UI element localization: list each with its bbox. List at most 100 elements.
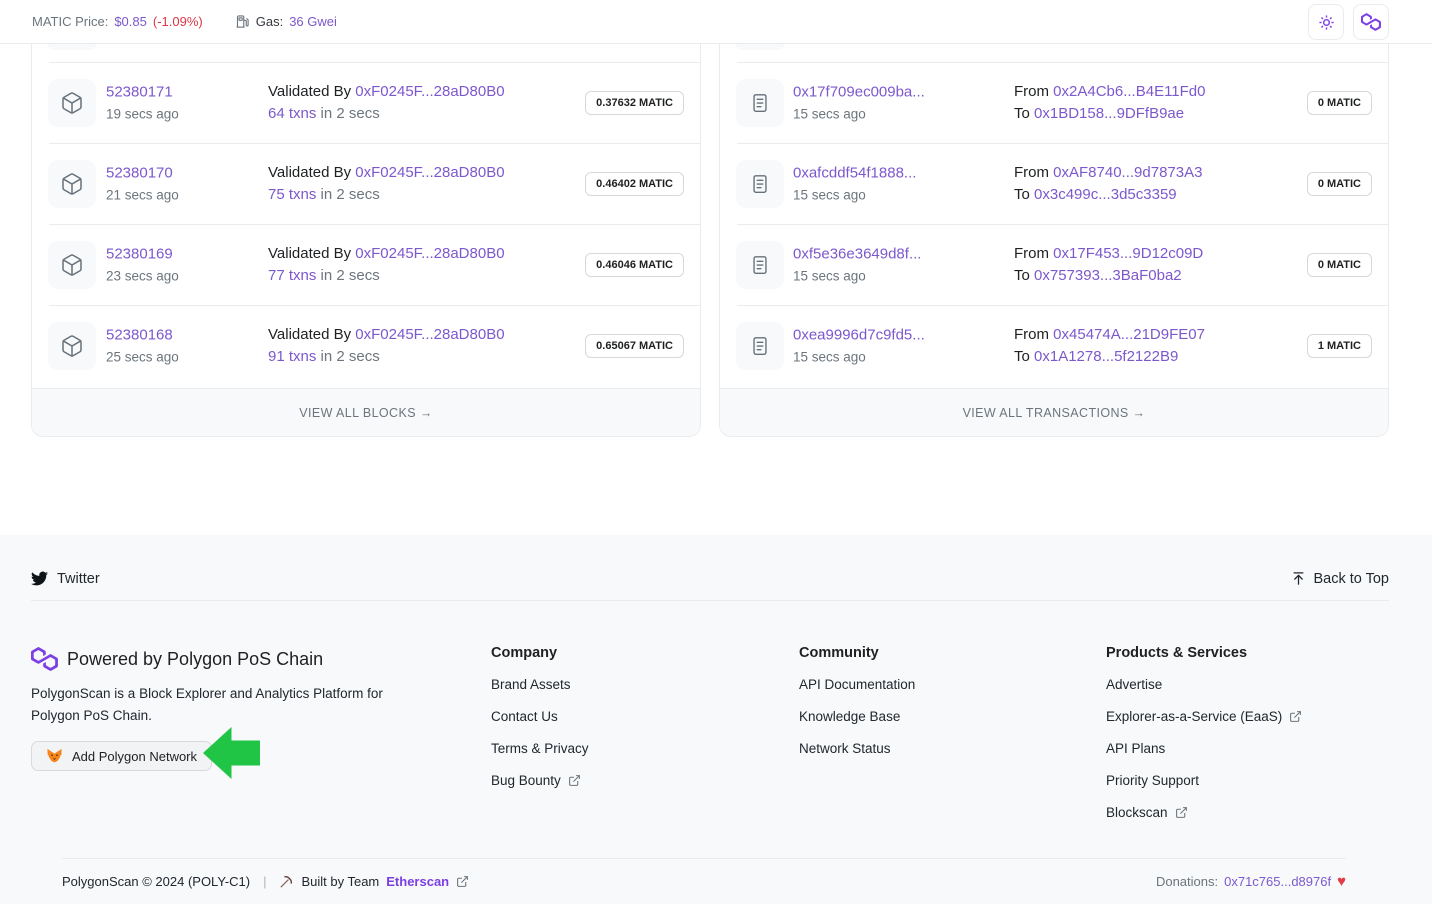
gas-pump-icon [235, 14, 250, 29]
tx-from-link[interactable]: 0x17F453...9D12c09D [1053, 245, 1203, 262]
footer-link-terms-privacy[interactable]: Terms & Privacy [491, 741, 799, 756]
block-cube-icon [48, 241, 96, 289]
sun-icon [1318, 14, 1335, 31]
footer-link-brand-assets[interactable]: Brand Assets [491, 677, 799, 692]
matic-price-label: MATIC Price: [32, 14, 108, 29]
footer-link-label: API Plans [1106, 741, 1165, 756]
block-cube-icon [48, 322, 96, 370]
back-to-top-label: Back to Top [1313, 571, 1389, 587]
validated-by-label: Validated By [268, 164, 351, 181]
tx-hash-link[interactable]: 0x17f709ec009ba... [793, 82, 925, 104]
footer-link-network-status[interactable]: Network Status [799, 741, 1106, 756]
gas-value[interactable]: 36 Gwei [289, 14, 337, 29]
twitter-link[interactable]: Twitter [31, 570, 100, 587]
tx-hash-link[interactable]: 0xf5e36e3649d8f... [793, 244, 921, 266]
block-row: 52380171 19 secs ago Validated By 0xF024… [32, 63, 700, 143]
validated-by-label: Validated By [268, 83, 351, 100]
block-row: 52380170 21 secs ago Validated By 0xF024… [32, 144, 700, 224]
arrow-up-to-line-icon [1291, 571, 1306, 586]
transaction-row: 0xafcddf54f1888... 15 secs ago From 0xAF… [720, 144, 1388, 224]
built-by-text: Built by Team [301, 874, 379, 889]
pickaxe-icon [279, 874, 294, 889]
network-menu-button[interactable] [1353, 4, 1389, 40]
page-footer: Twitter Back to Top Powered by Polygo [0, 535, 1432, 904]
block-txn-time: in 2 secs [321, 105, 380, 122]
powered-by-title: Powered by Polygon PoS Chain [67, 649, 323, 670]
transaction-row: 0x17f709ec009ba... 15 secs ago From 0x2A… [720, 63, 1388, 143]
matic-price-change: (-1.09%) [153, 14, 203, 29]
block-txns-link[interactable]: 91 txns [268, 348, 316, 365]
to-label: To [1014, 186, 1030, 203]
tx-to-link[interactable]: 0x757393...3BaF0ba2 [1034, 267, 1182, 284]
footer-link-api-documentation[interactable]: API Documentation [799, 677, 1106, 692]
annotation-green-arrow [203, 727, 260, 779]
theme-toggle-button[interactable] [1308, 4, 1344, 40]
footer-link-bug-bounty[interactable]: Bug Bounty [491, 773, 799, 788]
validator-link[interactable]: 0xF0245F...28aD80B0 [355, 326, 504, 343]
block-txns-link[interactable]: 75 txns [268, 186, 316, 203]
transaction-row: 0xea9996d7c9fd5... 15 secs ago From 0x45… [720, 306, 1388, 386]
footer-link-blockscan[interactable]: Blockscan [1106, 805, 1389, 820]
community-column-title: Community [799, 645, 1106, 661]
tx-hash-link[interactable]: 0xafcddf54f1888... [793, 163, 916, 185]
block-cube-icon [48, 160, 96, 208]
from-label: From [1014, 245, 1049, 262]
etherscan-link[interactable]: Etherscan [386, 874, 449, 889]
twitter-icon [31, 570, 48, 587]
validated-by-label: Validated By [268, 326, 351, 343]
heart-icon: ♥ [1337, 873, 1346, 890]
block-row: 52380169 23 secs ago Validated By 0xF024… [32, 225, 700, 305]
tx-to-link[interactable]: 0x1A1278...5f2122B9 [1034, 348, 1178, 365]
validator-link[interactable]: 0xF0245F...28aD80B0 [355, 245, 504, 262]
view-all-blocks-button[interactable]: VIEW ALL BLOCKS → [32, 388, 700, 436]
block-txns-link[interactable]: 64 txns [268, 105, 316, 122]
block-number-link[interactable]: 52380168 [106, 325, 179, 347]
block-number-link[interactable]: 52380169 [106, 244, 179, 266]
latest-blocks-card: 52380171 19 secs ago Validated By 0xF024… [31, 44, 701, 437]
tx-value-badge: 1 MATIC [1307, 334, 1372, 358]
add-polygon-network-button[interactable]: Add Polygon Network [31, 741, 212, 771]
footer-link-knowledge-base[interactable]: Knowledge Base [799, 709, 1106, 724]
validated-by-label: Validated By [268, 245, 351, 262]
tx-age: 15 secs ago [793, 266, 921, 287]
back-to-top-button[interactable]: Back to Top [1291, 571, 1389, 587]
add-polygon-network-label: Add Polygon Network [72, 749, 197, 764]
tx-to-link[interactable]: 0x3c499c...3d5c3359 [1034, 186, 1177, 203]
validator-link[interactable]: 0xF0245F...28aD80B0 [355, 164, 504, 181]
footer-link-label: API Documentation [799, 677, 915, 692]
footer-link-label: Bug Bounty [491, 773, 561, 788]
topbar: MATIC Price: $0.85 (-1.09%) Gas: 36 Gwei [0, 0, 1432, 44]
footer-link-label: Priority Support [1106, 773, 1199, 788]
block-reward-badge: 0.46046 MATIC [585, 253, 684, 277]
donations-address-link[interactable]: 0x71c765...d8976f [1224, 874, 1331, 889]
latest-transactions-card: 0x17f709ec009ba... 15 secs ago From 0x2A… [719, 44, 1389, 437]
footer-link-api-plans[interactable]: API Plans [1106, 741, 1389, 756]
block-txn-time: in 2 secs [321, 186, 380, 203]
matic-price-value[interactable]: $0.85 [114, 14, 147, 29]
footer-link-contact-us[interactable]: Contact Us [491, 709, 799, 724]
view-all-transactions-button[interactable]: VIEW ALL TRANSACTIONS → [720, 388, 1388, 436]
footer-link-priority-support[interactable]: Priority Support [1106, 773, 1389, 788]
block-age: 23 secs ago [106, 266, 179, 287]
block-txn-time: in 2 secs [321, 267, 380, 284]
footer-link-label: Advertise [1106, 677, 1162, 692]
tx-from-link[interactable]: 0xAF8740...9d7873A3 [1053, 164, 1202, 181]
block-txns-link[interactable]: 77 txns [268, 267, 316, 284]
block-number-link[interactable]: 52380171 [106, 82, 179, 104]
tx-to-link[interactable]: 0x1BD158...9DFfB9ae [1034, 105, 1184, 122]
footer-link-advertise[interactable]: Advertise [1106, 677, 1389, 692]
block-txn-time: in 2 secs [321, 348, 380, 365]
transaction-document-icon [736, 79, 784, 127]
block-number-link[interactable]: 52380170 [106, 163, 179, 185]
tx-from-link[interactable]: 0x45474A...21D9FE07 [1053, 326, 1205, 343]
twitter-label: Twitter [57, 571, 100, 587]
from-label: From [1014, 83, 1049, 100]
site-description: PolygonScan is a Block Explorer and Anal… [31, 683, 431, 727]
to-label: To [1014, 267, 1030, 284]
polygon-logo-icon [1361, 13, 1381, 31]
tx-from-link[interactable]: 0x2A4Cb6...B4E11Fd0 [1053, 83, 1205, 100]
footer-link-label: Brand Assets [491, 677, 571, 692]
footer-link-eaas[interactable]: Explorer-as-a-Service (EaaS) [1106, 709, 1389, 724]
tx-hash-link[interactable]: 0xea9996d7c9fd5... [793, 325, 925, 347]
validator-link[interactable]: 0xF0245F...28aD80B0 [355, 83, 504, 100]
